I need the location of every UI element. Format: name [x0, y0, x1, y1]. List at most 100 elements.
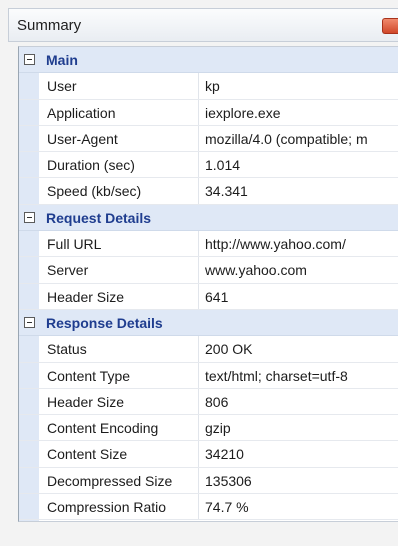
property-name: Speed (kb/sec) — [47, 183, 142, 200]
property-name: Header Size — [47, 393, 125, 410]
panel-titlebar: Summary — [8, 8, 398, 42]
property-value-cell[interactable]: 1.014 — [200, 152, 398, 177]
property-name-cell[interactable]: Server — [39, 257, 199, 283]
property-name-cell[interactable]: Application — [39, 99, 199, 125]
collapse-icon[interactable] — [24, 54, 35, 65]
category-request-details[interactable]: Request Details — [19, 204, 398, 232]
property-name: User-Agent — [47, 130, 118, 147]
property-row[interactable]: Compression Ratio 74.7 % — [19, 494, 398, 521]
property-row[interactable]: Status 200 OK — [19, 336, 398, 363]
row-gutter — [19, 494, 39, 520]
property-value: 641 — [205, 288, 229, 305]
row-gutter — [19, 73, 39, 99]
property-value-cell[interactable]: 34.341 — [200, 178, 398, 203]
property-value-cell[interactable]: 74.7 % — [200, 494, 398, 519]
summary-panel: Summary Main User kp Application iexplore.ex… — [0, 0, 398, 546]
row-gutter — [19, 467, 39, 494]
property-value-cell[interactable]: kp — [200, 73, 398, 98]
property-value-cell[interactable]: 641 — [200, 284, 398, 309]
property-name-cell[interactable]: Header Size — [39, 388, 199, 415]
property-row[interactable]: Content Size 34210 — [19, 441, 398, 468]
property-value: kp — [205, 78, 220, 95]
property-value: mozilla/4.0 (compatible; m — [205, 130, 368, 147]
property-name-cell[interactable]: Full URL — [39, 231, 199, 257]
category-label: Main — [46, 52, 78, 68]
property-grid[interactable]: Main User kp Application iexplore.exe User-Ag… — [18, 46, 398, 522]
property-value: 806 — [205, 393, 229, 410]
property-name: Full URL — [47, 236, 102, 253]
property-value-cell[interactable]: 806 — [200, 389, 398, 414]
property-value-cell[interactable]: 34210 — [200, 441, 398, 466]
property-name-cell[interactable]: Speed (kb/sec) — [39, 178, 199, 204]
property-name: User — [47, 78, 77, 95]
property-row[interactable]: User kp — [19, 73, 398, 100]
property-value-cell[interactable]: 135306 — [200, 468, 398, 493]
property-row[interactable]: Duration (sec) 1.014 — [19, 152, 398, 179]
category-main[interactable]: Main — [19, 47, 398, 74]
category-label: Response Details — [46, 314, 163, 331]
property-value: 135306 — [205, 472, 252, 489]
property-name-cell[interactable]: Decompressed Size — [39, 467, 199, 494]
row-gutter — [19, 231, 39, 257]
property-value: iexplore.exe — [205, 104, 281, 121]
collapse-icon[interactable] — [24, 211, 35, 223]
property-value-cell[interactable]: gzip — [200, 415, 398, 440]
row-gutter — [19, 362, 39, 388]
property-value-cell[interactable]: text/html; charset=utf-8 — [200, 363, 398, 388]
property-value-cell[interactable]: mozilla/4.0 (compatible; m — [200, 126, 398, 151]
panel-title: Summary — [17, 17, 82, 34]
row-gutter — [19, 257, 39, 283]
row-gutter — [19, 152, 39, 178]
row-gutter — [19, 99, 39, 125]
property-name: Application — [47, 104, 116, 121]
collapse-icon[interactable] — [24, 316, 35, 328]
row-gutter — [19, 388, 39, 415]
property-value: 34.341 — [205, 183, 248, 200]
property-value: gzip — [205, 420, 231, 437]
property-row[interactable]: Decompressed Size 135306 — [19, 467, 398, 495]
property-value-cell[interactable]: 200 OK — [200, 336, 398, 361]
property-name: Header Size — [47, 288, 125, 305]
category-response-details[interactable]: Response Details — [19, 309, 398, 337]
property-name: Status — [47, 341, 87, 358]
category-label: Request Details — [46, 209, 152, 226]
property-name-cell[interactable]: Content Size — [39, 441, 199, 467]
property-row[interactable]: Header Size 806 — [19, 388, 398, 416]
property-name-cell[interactable]: Content Type — [39, 362, 199, 388]
property-row[interactable]: Speed (kb/sec) 34.341 — [19, 178, 398, 205]
row-gutter — [19, 283, 39, 309]
property-name: Content Type — [47, 367, 131, 384]
row-gutter — [19, 415, 39, 441]
row-gutter — [19, 441, 39, 467]
property-name: Decompressed Size — [47, 472, 173, 489]
property-name-cell[interactable]: Header Size — [39, 283, 199, 309]
property-name: Server — [47, 262, 89, 279]
property-value: 200 OK — [205, 341, 253, 358]
property-name-cell[interactable]: Duration (sec) — [39, 152, 199, 178]
property-row[interactable]: Content Type text/html; charset=utf-8 — [19, 362, 398, 389]
grid-gutter — [19, 520, 39, 521]
property-row[interactable]: Full URL http://www.yahoo.com/ — [19, 231, 398, 258]
row-gutter — [19, 336, 39, 362]
property-row[interactable]: Header Size 641 — [19, 283, 398, 310]
close-icon[interactable] — [382, 18, 398, 34]
property-name-cell[interactable]: User — [39, 73, 199, 99]
property-value: 74.7 % — [205, 499, 249, 516]
property-value: 34210 — [205, 446, 244, 463]
property-name: Duration (sec) — [47, 157, 135, 174]
property-name: Compression Ratio — [47, 499, 167, 516]
property-row[interactable]: User-Agent mozilla/4.0 (compatible; m — [19, 125, 398, 153]
property-row[interactable]: Application iexplore.exe — [19, 99, 398, 126]
property-name-cell[interactable]: Content Encoding — [39, 415, 199, 441]
property-value-cell[interactable]: www.yahoo.com — [200, 257, 398, 282]
property-value-cell[interactable]: iexplore.exe — [200, 100, 398, 125]
row-gutter — [19, 178, 39, 204]
property-value: www.yahoo.com — [205, 262, 307, 279]
property-name-cell[interactable]: Compression Ratio — [39, 494, 199, 520]
property-name-cell[interactable]: User-Agent — [39, 125, 199, 152]
property-value-cell[interactable]: http://www.yahoo.com/ — [200, 231, 398, 256]
property-row[interactable]: Server www.yahoo.com — [19, 257, 398, 284]
property-name-cell[interactable]: Status — [39, 336, 199, 362]
property-value: 1.014 — [205, 157, 241, 174]
property-row[interactable]: Content Encoding gzip — [19, 415, 398, 442]
